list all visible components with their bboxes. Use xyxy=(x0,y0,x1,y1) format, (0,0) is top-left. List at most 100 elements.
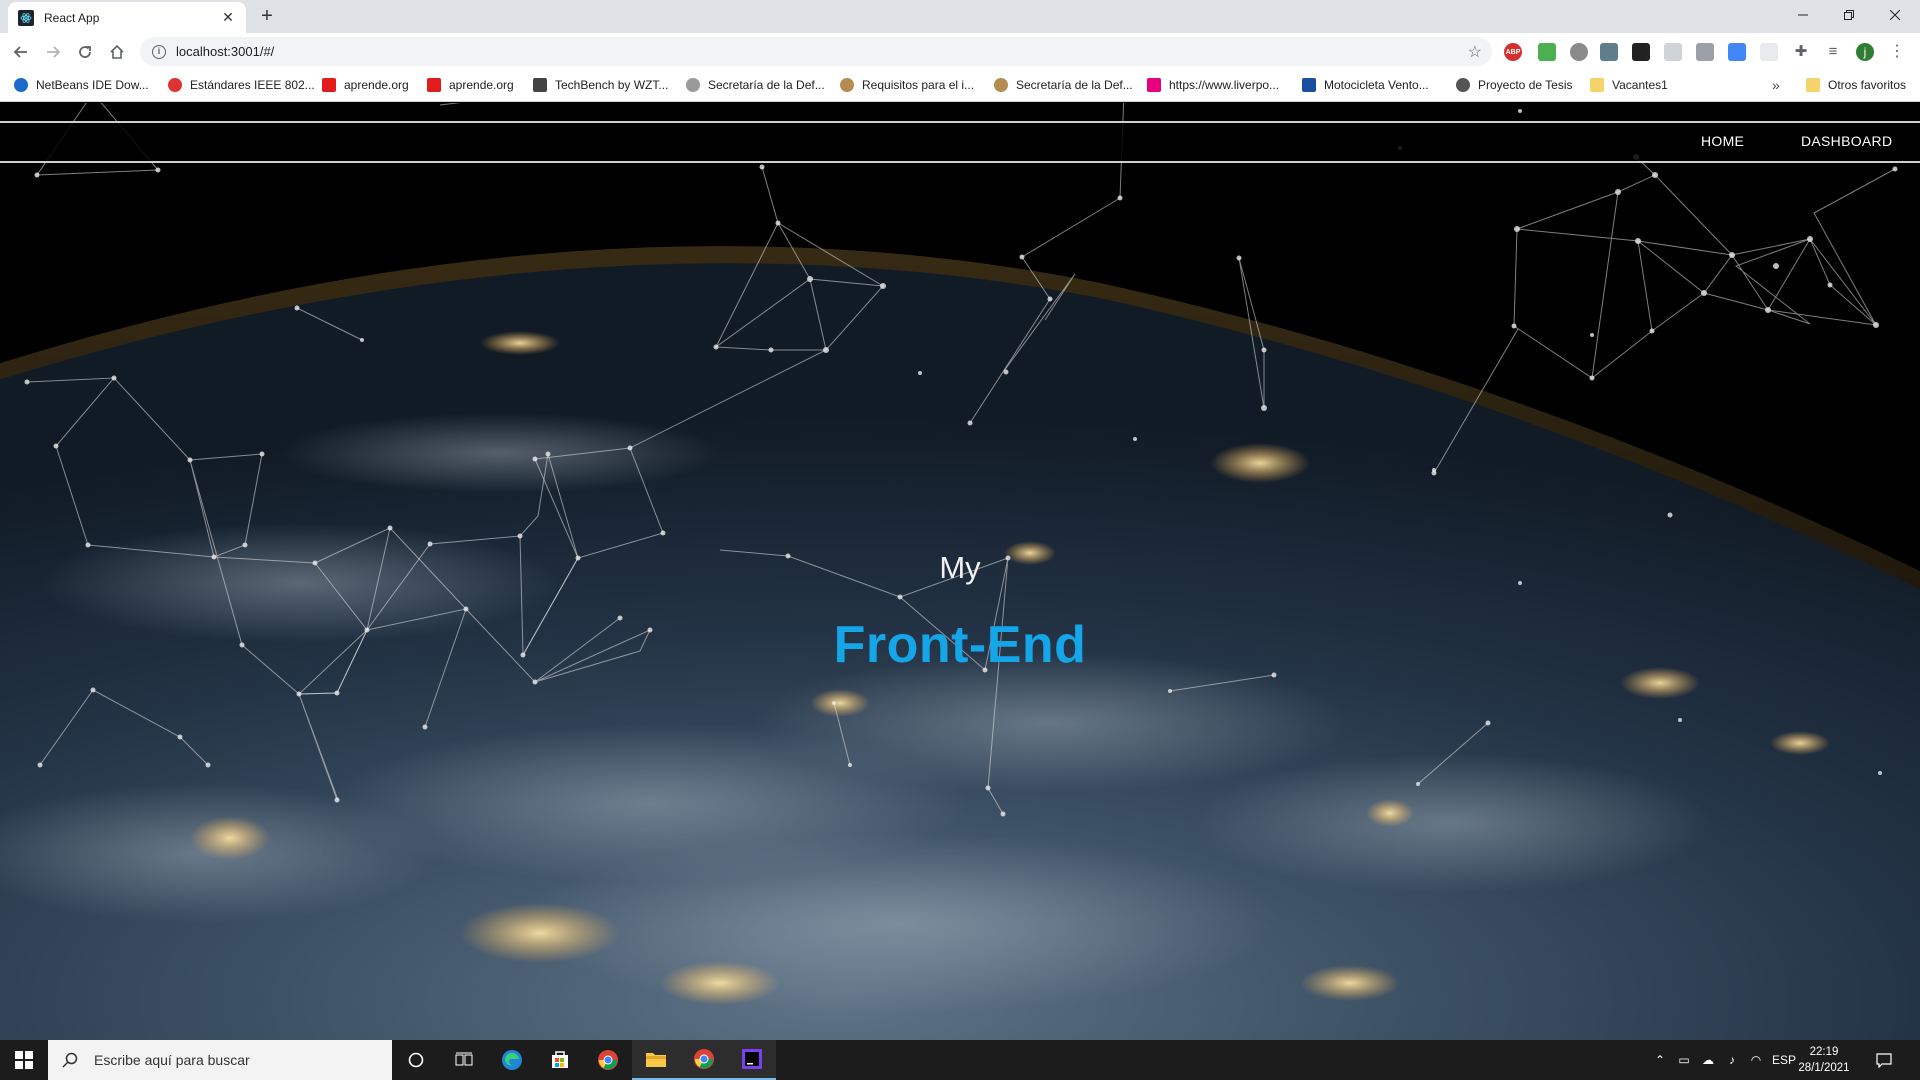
edge-taskbar-button[interactable] xyxy=(488,1040,536,1080)
chrome-taskbar-button[interactable] xyxy=(584,1040,632,1080)
chrome-icon xyxy=(598,1050,618,1070)
store-icon xyxy=(552,1051,568,1068)
bookmark-label: Requisitos para el i... xyxy=(862,78,975,92)
bookmark-item[interactable]: Estándares IEEE 802... xyxy=(168,78,315,92)
bookmark-star-icon[interactable]: ☆ xyxy=(1468,42,1482,62)
system-tray: ⌃ ▭ ☁ ♪ ◠ ESP xyxy=(1648,1040,1800,1080)
extension-icon[interactable] xyxy=(1570,43,1588,61)
minimize-button[interactable] xyxy=(1780,0,1826,30)
chrome-window-taskbar-button[interactable] xyxy=(680,1040,728,1080)
sedena-icon xyxy=(994,78,1008,92)
bookmark-item[interactable]: Proyecto de Tesis xyxy=(1456,78,1573,92)
search-placeholder: Escribe aquí para buscar xyxy=(94,1052,250,1068)
new-tab-button[interactable]: + xyxy=(254,6,280,28)
tray-chevron-up-icon[interactable]: ⌃ xyxy=(1648,1053,1672,1067)
notification-icon xyxy=(1876,1053,1892,1068)
back-button[interactable] xyxy=(10,41,32,63)
cortana-icon xyxy=(408,1052,424,1068)
bookmark-item[interactable]: Requisitos para el i... xyxy=(840,78,974,92)
more-bookmarks-chevron-icon[interactable]: » xyxy=(1772,77,1780,93)
other-bookmarks-label: Otros favoritos xyxy=(1828,78,1907,92)
reload-icon xyxy=(79,46,91,58)
vento-icon xyxy=(1302,78,1316,92)
address-bar[interactable]: i localhost:3001/#/ ☆ xyxy=(140,37,1492,66)
address-url: localhost:3001/#/ xyxy=(176,44,275,59)
bookmark-item[interactable]: https://www.liverpo... xyxy=(1147,78,1279,92)
webstorm-taskbar-button[interactable] xyxy=(728,1040,776,1080)
ieee-icon xyxy=(168,78,182,92)
sedena-icon xyxy=(686,78,700,92)
extension-icon[interactable] xyxy=(1538,43,1556,61)
bookmark-item[interactable]: Motocicleta Vento... xyxy=(1302,78,1429,92)
site-navbar: HOME DASHBOARD xyxy=(0,121,1920,163)
profile-avatar[interactable]: j xyxy=(1856,43,1874,61)
restore-button[interactable] xyxy=(1826,0,1872,30)
extensions-puzzle-icon[interactable]: ✚ xyxy=(1792,43,1810,61)
requisitos-icon xyxy=(840,78,854,92)
browser-tab[interactable]: React App ✕ xyxy=(8,2,246,33)
bookmark-label: Secretaría de la Def... xyxy=(708,78,825,92)
start-button[interactable] xyxy=(0,1040,48,1080)
hero-subtitle: My xyxy=(939,550,981,585)
close-icon xyxy=(1890,10,1900,20)
task-view-button[interactable] xyxy=(440,1040,488,1080)
bookmark-label: aprende.org xyxy=(449,78,514,92)
taskbar-search-box[interactable]: Escribe aquí para buscar xyxy=(48,1040,392,1080)
clock-date: 28/1/2021 xyxy=(1798,1062,1850,1074)
taskbar-clock[interactable]: 22:19 28/1/2021 xyxy=(1796,1044,1852,1076)
bookmarks-bar: NetBeans IDE Dow... Estándares IEEE 802.… xyxy=(0,71,1920,102)
tab-title: React App xyxy=(44,10,100,25)
windows-logo-icon xyxy=(15,1051,33,1069)
nav-home-link[interactable]: HOME xyxy=(1701,133,1744,149)
battery-icon[interactable]: ▭ xyxy=(1672,1053,1696,1067)
aprende-icon xyxy=(322,78,336,92)
bookmark-label: NetBeans IDE Dow... xyxy=(36,78,149,92)
extension-icon[interactable] xyxy=(1760,43,1778,61)
action-center-button[interactable] xyxy=(1864,1040,1904,1080)
bookmark-item[interactable]: Secretaría de la Def... xyxy=(686,78,825,92)
tab-close-icon[interactable]: ✕ xyxy=(220,9,236,26)
nav-dashboard-link[interactable]: DASHBOARD xyxy=(1801,133,1892,149)
home-button[interactable] xyxy=(106,41,128,63)
extension-icon[interactable] xyxy=(1632,43,1650,61)
translate-extension-icon[interactable] xyxy=(1728,43,1746,61)
file-explorer-taskbar-button[interactable] xyxy=(632,1040,680,1080)
edge-icon xyxy=(502,1050,522,1070)
onedrive-cloud-icon[interactable]: ☁ xyxy=(1696,1053,1720,1067)
other-bookmarks-folder[interactable]: Otros favoritos xyxy=(1806,78,1906,92)
search-icon xyxy=(62,1052,78,1068)
volume-icon[interactable]: ♪ xyxy=(1720,1053,1744,1067)
bookmark-item[interactable]: aprende.org xyxy=(427,78,514,92)
aprende-icon xyxy=(427,78,441,92)
windows-taskbar: Escribe aquí para buscar ⌃ ▭ ☁ ♪ ◠ ESP 2… xyxy=(0,1040,1920,1080)
forward-arrow-icon xyxy=(47,46,61,58)
bookmark-item[interactable]: Secretaría de la Def... xyxy=(994,78,1133,92)
netbeans-icon xyxy=(14,78,28,92)
webstorm-icon xyxy=(742,1049,762,1069)
site-info-icon[interactable]: i xyxy=(152,44,166,59)
forward-button[interactable] xyxy=(42,41,64,63)
cortana-button[interactable] xyxy=(392,1040,440,1080)
bookmark-label: aprende.org xyxy=(344,78,409,92)
globe-icon xyxy=(1456,78,1470,92)
minimize-icon xyxy=(1798,14,1808,16)
reading-list-icon[interactable]: ≡ xyxy=(1824,43,1842,61)
adblock-extension-icon[interactable]: ABP xyxy=(1504,43,1522,61)
extension-icon[interactable] xyxy=(1664,43,1682,61)
extension-icon[interactable] xyxy=(1696,43,1714,61)
extension-icon[interactable] xyxy=(1600,43,1618,61)
close-window-button[interactable] xyxy=(1872,0,1918,30)
bookmark-item[interactable]: Vacantes1 xyxy=(1590,78,1668,92)
restore-icon xyxy=(1844,10,1854,20)
folder-icon xyxy=(1590,78,1604,92)
reload-button[interactable] xyxy=(74,41,96,63)
browser-menu-icon[interactable]: ⋮ xyxy=(1888,43,1906,61)
bookmark-label: Estándares IEEE 802... xyxy=(190,78,315,92)
store-taskbar-button[interactable] xyxy=(536,1040,584,1080)
bookmark-item[interactable]: aprende.org xyxy=(322,78,409,92)
bookmark-item[interactable]: NetBeans IDE Dow... xyxy=(14,78,149,92)
bookmark-label: Secretaría de la Def... xyxy=(1016,78,1133,92)
wifi-icon[interactable]: ◠ xyxy=(1744,1053,1768,1067)
bookmark-item[interactable]: TechBench by WZT... xyxy=(533,78,668,92)
browser-toolbar: i localhost:3001/#/ ☆ ABP ✚ ≡ j ⋮ xyxy=(0,33,1920,71)
